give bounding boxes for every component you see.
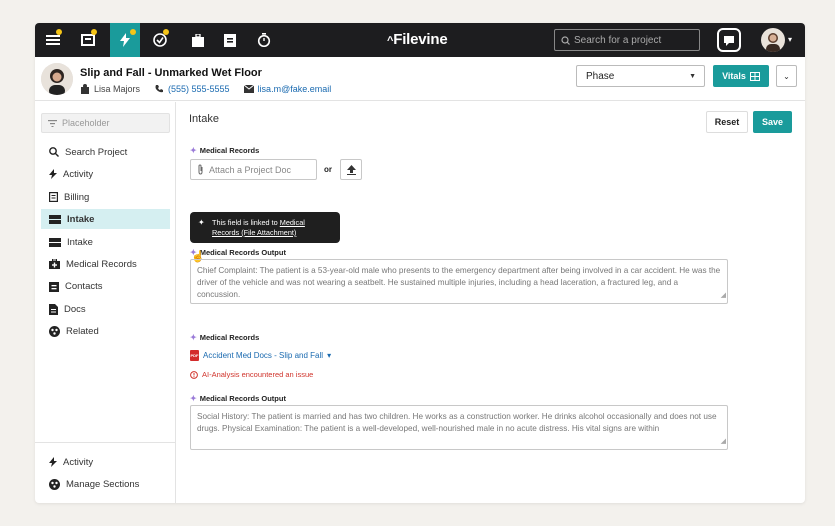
- linked-field-tooltip: ✦ This field is linked to Medical Record…: [190, 212, 340, 243]
- sidebar-item-medical-records[interactable]: Medical Records: [41, 254, 170, 274]
- client-avatar: [41, 63, 73, 95]
- contact-card-icon[interactable]: [217, 23, 243, 57]
- related-icon: [49, 325, 60, 337]
- vitals-button[interactable]: Vitals: [713, 65, 769, 87]
- lightning-icon: [49, 169, 57, 179]
- phase-select[interactable]: Phase ▼: [576, 65, 705, 87]
- briefcase-icon[interactable]: [185, 23, 211, 57]
- chevron-down-icon: ▼: [689, 72, 696, 80]
- resize-handle[interactable]: ◢: [721, 436, 726, 448]
- receipt-icon: [49, 192, 58, 202]
- paperclip-icon: [198, 164, 203, 175]
- project-title: Slip and Fall - Unmarked Wet Floor: [80, 67, 262, 79]
- phone-icon: [155, 85, 164, 93]
- filter-icon: [48, 119, 57, 127]
- filevine-logo[interactable]: ^Filevine: [387, 31, 448, 48]
- sidebar-footer-manage-sections[interactable]: Manage Sections: [41, 474, 170, 494]
- timer-icon[interactable]: [251, 23, 277, 57]
- error-icon: [190, 370, 198, 379]
- sidebar-item-related[interactable]: Related: [41, 321, 170, 341]
- field-label-medical-records-output-2: ✦ Medical Records Output: [190, 394, 286, 403]
- medical-icon: [49, 259, 60, 269]
- resize-handle[interactable]: ◢: [721, 290, 726, 302]
- upload-button[interactable]: [340, 159, 362, 180]
- project-meta: Lisa Majors (555) 555-5555 lisa.m@fake.e…: [80, 84, 331, 94]
- more-options-button[interactable]: ⌄: [776, 65, 797, 87]
- attach-doc-input[interactable]: Attach a Project Doc: [190, 159, 317, 180]
- sidebar-item-docs[interactable]: Docs: [41, 299, 170, 319]
- phone-link[interactable]: (555) 555-5555: [168, 84, 230, 94]
- chevron-down-icon[interactable]: ▾: [788, 35, 792, 44]
- sidebar-filter-input[interactable]: Placeholder: [41, 113, 170, 133]
- sidebar-item-intake-active[interactable]: Intake: [41, 209, 170, 229]
- lightning-icon: [49, 457, 57, 467]
- check-icon[interactable]: [147, 23, 173, 57]
- search-icon: [49, 147, 59, 157]
- search-input[interactable]: Search for a project: [554, 29, 700, 51]
- or-label: or: [324, 165, 332, 174]
- main-content: Intake Reset Save ✦ Medical Records Atta…: [176, 102, 805, 503]
- sidebar-item-search-project[interactable]: Search Project: [41, 142, 170, 162]
- field-label-medical-records-2: ✦ Medical Records: [190, 333, 260, 342]
- sparkle-icon: ✦: [190, 333, 197, 342]
- settings-icon: [49, 478, 60, 490]
- sidebar: Placeholder Search Project Activity Bill…: [35, 102, 176, 503]
- section-title: Intake: [189, 113, 219, 125]
- client-name[interactable]: Lisa Majors: [94, 84, 140, 94]
- lightning-icon[interactable]: [110, 23, 140, 57]
- sidebar-footer-activity[interactable]: Activity: [41, 452, 170, 472]
- news-icon[interactable]: [75, 23, 101, 57]
- attached-document[interactable]: PDF Accident Med Docs - Slip and Fall ▾: [190, 350, 331, 361]
- sidebar-item-billing[interactable]: Billing: [41, 187, 170, 207]
- top-nav-bar: ^Filevine Search for a project ▾: [35, 23, 805, 57]
- sparkle-icon: ✦: [190, 146, 197, 155]
- menu-icon[interactable]: [40, 23, 66, 57]
- chevron-down-icon: ⌄: [783, 71, 790, 81]
- save-button[interactable]: Save: [753, 111, 792, 133]
- sidebar-item-contacts[interactable]: Contacts: [41, 276, 170, 296]
- vitals-icon: [749, 71, 760, 81]
- field-label-medical-records: ✦ Medical Records: [190, 146, 260, 155]
- ai-error-message: AI-Analysis encountered an issue: [190, 370, 313, 379]
- medical-records-output-2[interactable]: Social History: The patient is married a…: [190, 405, 728, 450]
- intake-icon: [49, 237, 61, 247]
- client-icon: [81, 84, 89, 94]
- contacts-icon: [49, 281, 59, 292]
- upload-icon: [346, 164, 356, 175]
- user-avatar[interactable]: [761, 28, 785, 52]
- intake-icon: [49, 214, 61, 224]
- reset-button[interactable]: Reset: [706, 111, 748, 133]
- chat-icon[interactable]: [717, 28, 741, 52]
- medical-records-output-1[interactable]: Chief Complaint: The patient is a 53-yea…: [190, 259, 728, 304]
- project-header: Slip and Fall - Unmarked Wet Floor Lisa …: [35, 57, 805, 101]
- sidebar-item-activity[interactable]: Activity: [41, 164, 170, 184]
- search-icon: [561, 35, 570, 45]
- sidebar-footer: Activity Manage Sections: [35, 442, 176, 503]
- doc-icon: [49, 303, 58, 315]
- email-link[interactable]: lisa.m@fake.email: [258, 84, 332, 94]
- sparkle-icon: ✦: [190, 394, 197, 403]
- sidebar-item-intake[interactable]: Intake: [41, 232, 170, 252]
- chevron-down-icon: ▾: [327, 351, 332, 360]
- sparkle-icon: ✦: [198, 218, 205, 227]
- email-icon: [243, 85, 254, 93]
- pdf-icon: PDF: [190, 350, 199, 361]
- app-window: ^Filevine Search for a project ▾ Slip an…: [35, 23, 805, 503]
